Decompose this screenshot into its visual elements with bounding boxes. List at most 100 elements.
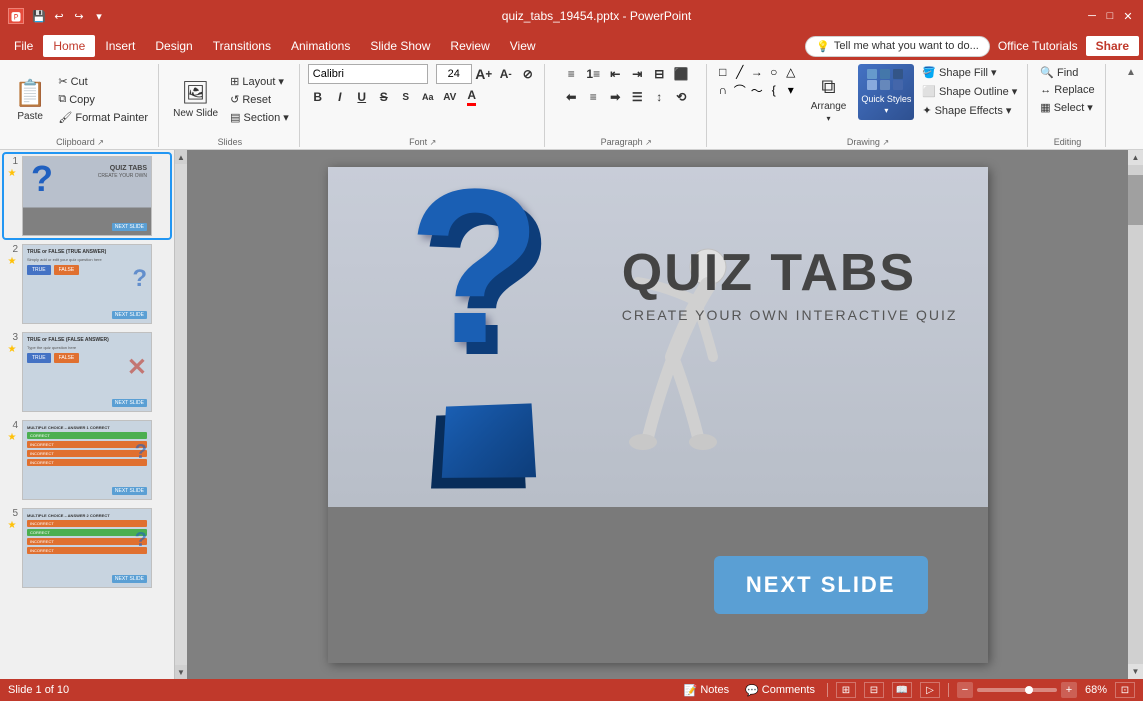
new-slide-button[interactable]: 🖼 New Slide xyxy=(167,76,224,123)
panel-scroll-down[interactable]: ▼ xyxy=(175,665,187,679)
strikethrough-button[interactable]: S xyxy=(374,87,394,107)
ribbon-group-clipboard: 📋 Paste ✂ Cut ⧉ Copy 🖌 Format Painter Cl… xyxy=(2,64,159,147)
arrange-button[interactable]: ⧉ Arrange ▾ xyxy=(803,64,855,134)
font-shrink-button[interactable]: A- xyxy=(496,64,516,84)
find-button[interactable]: 🔍 Find xyxy=(1036,64,1098,81)
shape-curve[interactable]: ∩ xyxy=(715,82,731,98)
text-direction-button[interactable]: ⟲ xyxy=(671,87,691,107)
reading-view-button[interactable]: 📖 xyxy=(892,682,912,698)
menu-home[interactable]: Home xyxy=(43,35,95,57)
customize-button[interactable]: ▾ xyxy=(90,7,108,25)
format-painter-button[interactable]: 🖌 Format Painter xyxy=(54,109,152,126)
char-spacing-button[interactable]: AV xyxy=(440,87,460,107)
replace-button[interactable]: ↔ Replace xyxy=(1036,82,1098,98)
bullets-button[interactable]: ≡ xyxy=(561,64,581,84)
shape-bend[interactable]: ⌒ xyxy=(732,82,748,98)
menu-design[interactable]: Design xyxy=(145,35,202,57)
slide-thumb-3[interactable]: 3 ★ TRUE or FALSE (FALSE ANSWER) Type th… xyxy=(4,330,170,414)
font-color-button[interactable]: A xyxy=(462,87,482,107)
notes-button[interactable]: 📝 Notes xyxy=(680,682,733,699)
menu-insert[interactable]: Insert xyxy=(95,35,145,57)
shape-more[interactable]: ▾ xyxy=(783,82,799,98)
menu-file[interactable]: File xyxy=(4,35,43,57)
menu-slideshow[interactable]: Slide Show xyxy=(360,35,440,57)
tell-me-box[interactable]: 💡 Tell me what you want to do... xyxy=(805,36,990,57)
menu-review[interactable]: Review xyxy=(440,35,499,57)
undo-button[interactable]: ↩ xyxy=(50,7,68,25)
panel-scrollbar: ▲ ▼ xyxy=(175,150,187,679)
shape-circle[interactable]: ○ xyxy=(766,64,782,80)
reset-button[interactable]: ↺ Reset xyxy=(226,91,293,108)
decrease-indent-button[interactable]: ⇤ xyxy=(605,64,625,84)
slide-thumb-1[interactable]: 1 ★ ? QUIZ TABS CREATE YOUR OWN NEXT SLI… xyxy=(4,154,170,238)
underline-button[interactable]: U xyxy=(352,87,372,107)
shape-arrow[interactable]: → xyxy=(749,64,765,80)
normal-view-button[interactable]: ⊞ xyxy=(836,682,856,698)
minimize-button[interactable]: ─ xyxy=(1085,9,1099,23)
ribbon-collapse-button[interactable]: ▲ xyxy=(1123,64,1139,80)
zoom-level: 68% xyxy=(1085,684,1107,696)
menu-animations[interactable]: Animations xyxy=(281,35,360,57)
next-slide-button[interactable]: NEXT SLIDE xyxy=(714,556,928,614)
zoom-slider[interactable] xyxy=(977,688,1057,692)
slide-info: Slide 1 of 10 xyxy=(8,684,69,696)
increase-indent-button[interactable]: ⇥ xyxy=(627,64,647,84)
scroll-thumb-right[interactable] xyxy=(1128,175,1143,225)
justify-button[interactable]: ☰ xyxy=(627,87,647,107)
layout-button[interactable]: ⊞ Layout ▾ xyxy=(226,73,293,90)
title-bar-left: 🅿 💾 ↩ ↪ ▾ xyxy=(8,7,108,25)
section-button[interactable]: ▤ Section ▾ xyxy=(226,109,293,126)
shape-squiggle[interactable]: 〜 xyxy=(749,82,765,98)
panel-scroll-up[interactable]: ▲ xyxy=(175,150,187,164)
select-button[interactable]: ▦ Select ▾ xyxy=(1036,99,1098,116)
menu-view[interactable]: View xyxy=(500,35,546,57)
share-button[interactable]: Share xyxy=(1086,36,1139,56)
clear-formatting-button[interactable]: ⊘ xyxy=(518,64,538,84)
paste-button[interactable]: 📋 Paste xyxy=(8,74,52,126)
menu-transitions[interactable]: Transitions xyxy=(203,35,281,57)
shape-rect[interactable]: □ xyxy=(715,64,731,80)
slide-thumb-4[interactable]: 4 ★ MULTIPLE CHOICE – ANSWER 1 CORRECT C… xyxy=(4,418,170,502)
save-button[interactable]: 💾 xyxy=(30,7,48,25)
columns-button[interactable]: ⊟ xyxy=(649,64,669,84)
shape-triangle[interactable]: △ xyxy=(783,64,799,80)
slideshow-view-button[interactable]: ▷ xyxy=(920,682,940,698)
office-tutorials-link[interactable]: Office Tutorials xyxy=(998,39,1078,53)
close-button[interactable]: ✕ xyxy=(1121,9,1135,23)
cut-button[interactable]: ✂ Cut xyxy=(54,73,152,90)
shadow-button[interactable]: S xyxy=(396,87,416,107)
smart-art-button[interactable]: ⬛ xyxy=(671,64,691,84)
bold-button[interactable]: B xyxy=(308,87,328,107)
zoom-slider-thumb[interactable] xyxy=(1025,686,1033,694)
align-right-button[interactable]: ➡ xyxy=(605,87,625,107)
copy-button[interactable]: ⧉ Copy xyxy=(54,91,152,108)
zoom-minus-button[interactable]: − xyxy=(957,682,973,698)
comments-button[interactable]: 💬 Comments xyxy=(741,682,819,699)
font-name-selector[interactable]: Calibri xyxy=(308,64,428,84)
case-button[interactable]: Aa xyxy=(418,87,438,107)
zoom-plus-button[interactable]: + xyxy=(1061,682,1077,698)
align-center-button[interactable]: ≡ xyxy=(583,87,603,107)
font-size-selector[interactable]: 24 xyxy=(436,64,472,84)
shape-fill-button[interactable]: 🪣 Shape Fill ▾ xyxy=(918,64,1021,81)
font-grow-button[interactable]: A+ xyxy=(474,64,494,84)
slide-star-1: ★ xyxy=(8,168,17,179)
align-left-button[interactable]: ⬅ xyxy=(561,87,581,107)
line-spacing-button[interactable]: ↕ xyxy=(649,87,669,107)
shape-brace[interactable]: { xyxy=(766,82,782,98)
maximize-button[interactable]: □ xyxy=(1103,9,1117,23)
shape-outline-button[interactable]: ⬜ Shape Outline ▾ xyxy=(918,83,1021,100)
slide-sorter-button[interactable]: ⊟ xyxy=(864,682,884,698)
scroll-up-arrow[interactable]: ▲ xyxy=(1128,150,1143,165)
fit-window-button[interactable]: ⊡ xyxy=(1115,682,1135,698)
numbering-button[interactable]: 1≡ xyxy=(583,64,603,84)
copy-icon: ⧉ xyxy=(58,93,66,106)
slide-thumb-5[interactable]: 5 ★ MULTIPLE CHOICE – ANSWER 2 CORRECT I… xyxy=(4,506,170,590)
slide-thumb-2[interactable]: 2 ★ TRUE or FALSE (TRUE ANSWER) Simply a… xyxy=(4,242,170,326)
redo-button[interactable]: ↪ xyxy=(70,7,88,25)
italic-button[interactable]: I xyxy=(330,87,350,107)
quick-styles-button[interactable]: Quick Styles ▾ xyxy=(858,64,914,120)
shape-line[interactable]: ╱ xyxy=(732,64,748,80)
shape-effects-button[interactable]: ✦ Shape Effects ▾ xyxy=(918,102,1021,119)
scroll-down-arrow[interactable]: ▼ xyxy=(1128,664,1143,679)
